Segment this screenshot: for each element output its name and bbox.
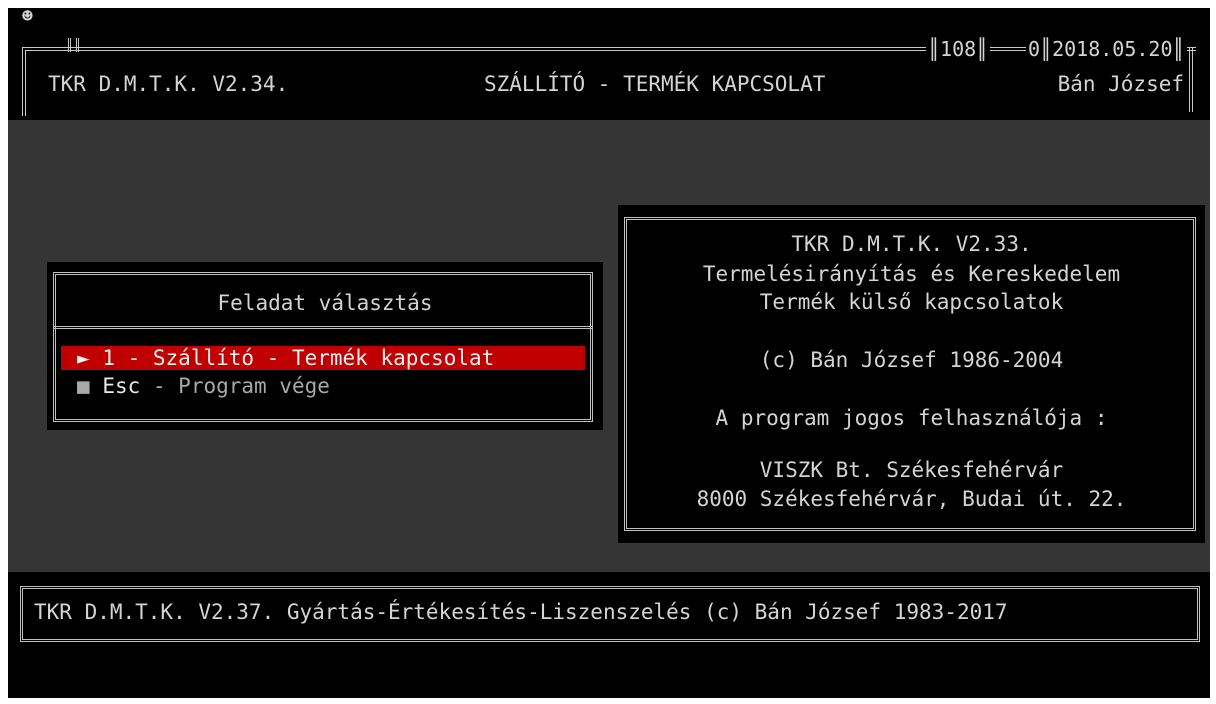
task-menu: Feladat választás ► 1 - Szállító - Termé… xyxy=(47,262,603,430)
app-version: TKR D.M.T.K. V2.34. xyxy=(48,72,289,96)
menu-item-label: - Program vége xyxy=(140,374,330,398)
about-subtitle: Termelésirányítás és Kereskedelem xyxy=(702,262,1121,286)
menu-item-supplier-product[interactable]: ► 1 - Szállító - Termék kapcsolat xyxy=(61,346,585,370)
arrow-right-icon: ► xyxy=(77,346,90,370)
user-name: Bán József xyxy=(1057,72,1184,96)
record-counter: 108 xyxy=(940,37,977,61)
page-title: SZÁLLÍTÓ - TERMÉK KAPCSOLAT xyxy=(484,72,826,96)
header-date: 2018.05.20 xyxy=(1052,37,1173,61)
about-module: Termék külső kapcsolatok xyxy=(759,290,1064,314)
about-copyright: (c) Bán József 1986-2004 xyxy=(759,348,1064,372)
about-licensee-address: 8000 Székesfehérvár, Budai út. 22. xyxy=(696,487,1127,511)
about-panel: TKR D.M.T.K. V2.33. Termelésirányítás és… xyxy=(618,205,1205,543)
smiley-icon: ☻ xyxy=(22,6,33,27)
menu-item-key: 1 xyxy=(102,346,115,370)
about-licensee-label: A program jogos felhasználója : xyxy=(715,406,1108,430)
square-icon: ■ xyxy=(77,374,90,398)
menu-item-key: Esc xyxy=(102,374,141,398)
menu-title: Feladat választás xyxy=(217,291,433,315)
menu-item-exit[interactable]: ■ Esc - Program vége xyxy=(61,374,334,398)
about-licensee-name: VISZK Bt. Székesfehérvár xyxy=(759,458,1064,482)
footer-text: TKR D.M.T.K. V2.37. Gyártás-Értékesítés-… xyxy=(34,600,1008,624)
about-version: TKR D.M.T.K. V2.33. xyxy=(791,232,1032,256)
header-bar: ║108║ 0║2018.05.20║ TKR D.M.T.K. V2.34. … xyxy=(8,37,1210,118)
footer-bar: TKR D.M.T.K. V2.37. Gyártás-Értékesítés-… xyxy=(8,572,1210,698)
menu-item-label: - Szállító - Termék kapcsolat xyxy=(114,346,495,370)
selected-counter: 0 xyxy=(1028,37,1041,61)
